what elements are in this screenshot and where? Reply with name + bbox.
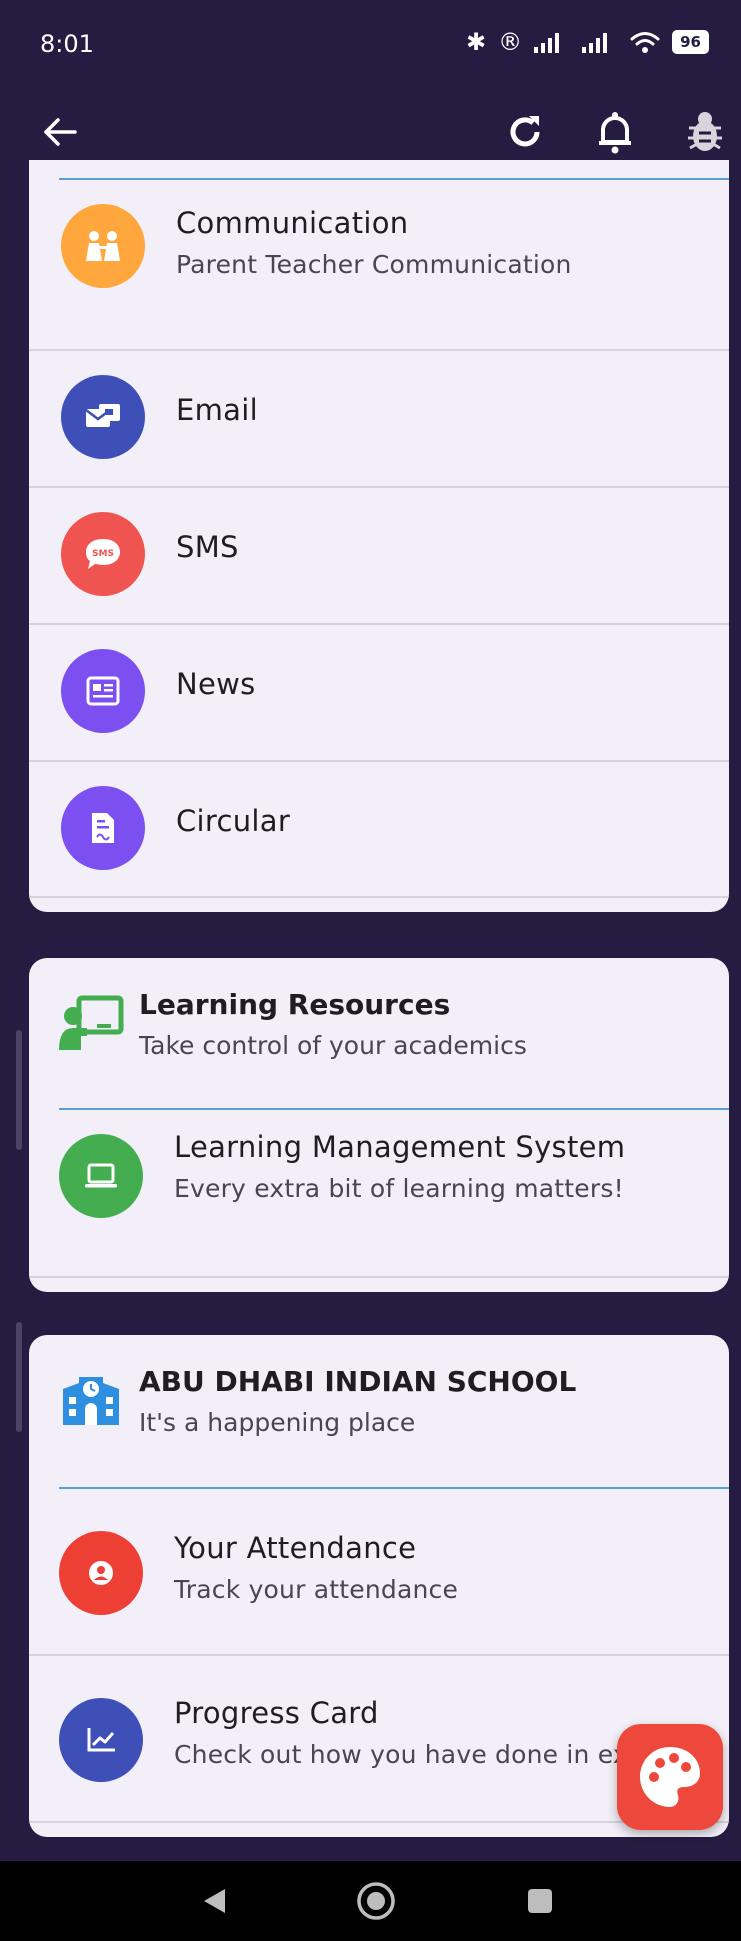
news-icon bbox=[86, 676, 120, 706]
item-subtitle: Check out how you have done in ex bbox=[174, 1740, 628, 1769]
sms-icon: SMS bbox=[86, 539, 120, 569]
item-title: Communication bbox=[176, 206, 409, 240]
svg-text:SMS: SMS bbox=[92, 549, 114, 559]
battery-indicator: 96 bbox=[672, 30, 709, 54]
bell-icon bbox=[599, 112, 631, 154]
circle-home-icon bbox=[357, 1882, 395, 1920]
item-title: Email bbox=[176, 393, 258, 427]
triangle-back-icon bbox=[204, 1889, 225, 1913]
people-icon bbox=[86, 231, 120, 261]
school-icon bbox=[63, 1377, 119, 1425]
system-navigation-bar bbox=[0, 1861, 741, 1941]
card-title: Learning Resources bbox=[139, 988, 451, 1021]
bluetooth-icon: ✱ bbox=[466, 28, 487, 56]
item-title: Your Attendance bbox=[174, 1531, 417, 1565]
registered-icon: ® bbox=[498, 28, 523, 56]
palette-icon bbox=[640, 1747, 700, 1807]
list-item-email[interactable]: Email bbox=[29, 351, 729, 486]
card-header-icon bbox=[59, 1371, 127, 1431]
back-button[interactable] bbox=[30, 102, 90, 162]
nav-recents-button[interactable] bbox=[518, 1879, 562, 1923]
circle-icon-bg bbox=[59, 1698, 143, 1782]
scroll-indicator bbox=[16, 1322, 22, 1432]
list-item-news[interactable]: News bbox=[29, 625, 729, 760]
list-item-communication[interactable]: Communication Parent Teacher Communicati… bbox=[29, 180, 729, 309]
item-subtitle: Track your attendance bbox=[174, 1575, 459, 1604]
nav-home-button[interactable] bbox=[354, 1879, 398, 1923]
circle-icon-bg bbox=[61, 786, 145, 870]
card-header-icon bbox=[57, 992, 125, 1052]
card-subtitle: Take control of your academics bbox=[139, 1031, 527, 1060]
signal-icon bbox=[582, 33, 608, 53]
wifi-icon bbox=[630, 32, 660, 53]
item-title: Circular bbox=[176, 804, 291, 838]
item-title: SMS bbox=[176, 530, 239, 564]
nav-back-button[interactable] bbox=[192, 1879, 236, 1923]
attendance-icon bbox=[89, 1561, 113, 1585]
palette-fab[interactable] bbox=[617, 1724, 723, 1830]
teacher-icon bbox=[59, 995, 124, 1050]
circle-icon-bg: SMS bbox=[61, 512, 145, 596]
status-time: 8:01 bbox=[40, 30, 94, 58]
list-item-lms[interactable]: Learning Management System Every extra b… bbox=[29, 1110, 729, 1233]
arrow-left-icon bbox=[44, 118, 77, 146]
list-item-attendance[interactable]: Your Attendance Track your attendance bbox=[29, 1489, 729, 1657]
list-item-sms[interactable]: SMS SMS bbox=[29, 488, 729, 623]
chart-icon bbox=[87, 1728, 115, 1752]
refresh-icon bbox=[510, 116, 540, 147]
status-icons: ✱ ® 96 bbox=[466, 28, 709, 56]
divider bbox=[29, 1276, 729, 1278]
notifications-button[interactable] bbox=[585, 102, 645, 162]
email-icon bbox=[85, 404, 120, 427]
signal-icon bbox=[534, 33, 560, 53]
circle-icon-bg bbox=[61, 375, 145, 459]
card-subtitle: It's a happening place bbox=[139, 1408, 416, 1437]
circle-icon-bg bbox=[61, 204, 145, 288]
learning-resources-card: Learning Resources Take control of your … bbox=[29, 958, 729, 1292]
card-title: ABU DHABI INDIAN SCHOOL bbox=[139, 1365, 577, 1398]
circle-icon-bg bbox=[59, 1531, 143, 1615]
item-title: News bbox=[176, 667, 256, 701]
list-item-circular[interactable]: Circular bbox=[29, 762, 729, 897]
scroll-indicator bbox=[16, 1030, 22, 1150]
item-subtitle: Every extra bit of learning matters! bbox=[174, 1174, 624, 1203]
divider bbox=[29, 896, 729, 898]
refresh-button[interactable] bbox=[495, 102, 555, 162]
circle-icon-bg bbox=[61, 649, 145, 733]
item-subtitle: Parent Teacher Communication bbox=[176, 250, 572, 279]
circle-icon-bg bbox=[59, 1134, 143, 1218]
item-title: Progress Card bbox=[174, 1696, 379, 1730]
item-title: Learning Management System bbox=[174, 1130, 626, 1164]
square-recents-icon bbox=[528, 1889, 552, 1913]
communication-card: Communication Parent Teacher Communicati… bbox=[29, 160, 729, 912]
debug-button[interactable] bbox=[675, 102, 735, 162]
status-bar: 8:01 ✱ ® 96 bbox=[0, 0, 741, 90]
laptop-icon bbox=[85, 1163, 117, 1188]
document-icon bbox=[92, 813, 114, 843]
bug-icon bbox=[688, 112, 722, 151]
